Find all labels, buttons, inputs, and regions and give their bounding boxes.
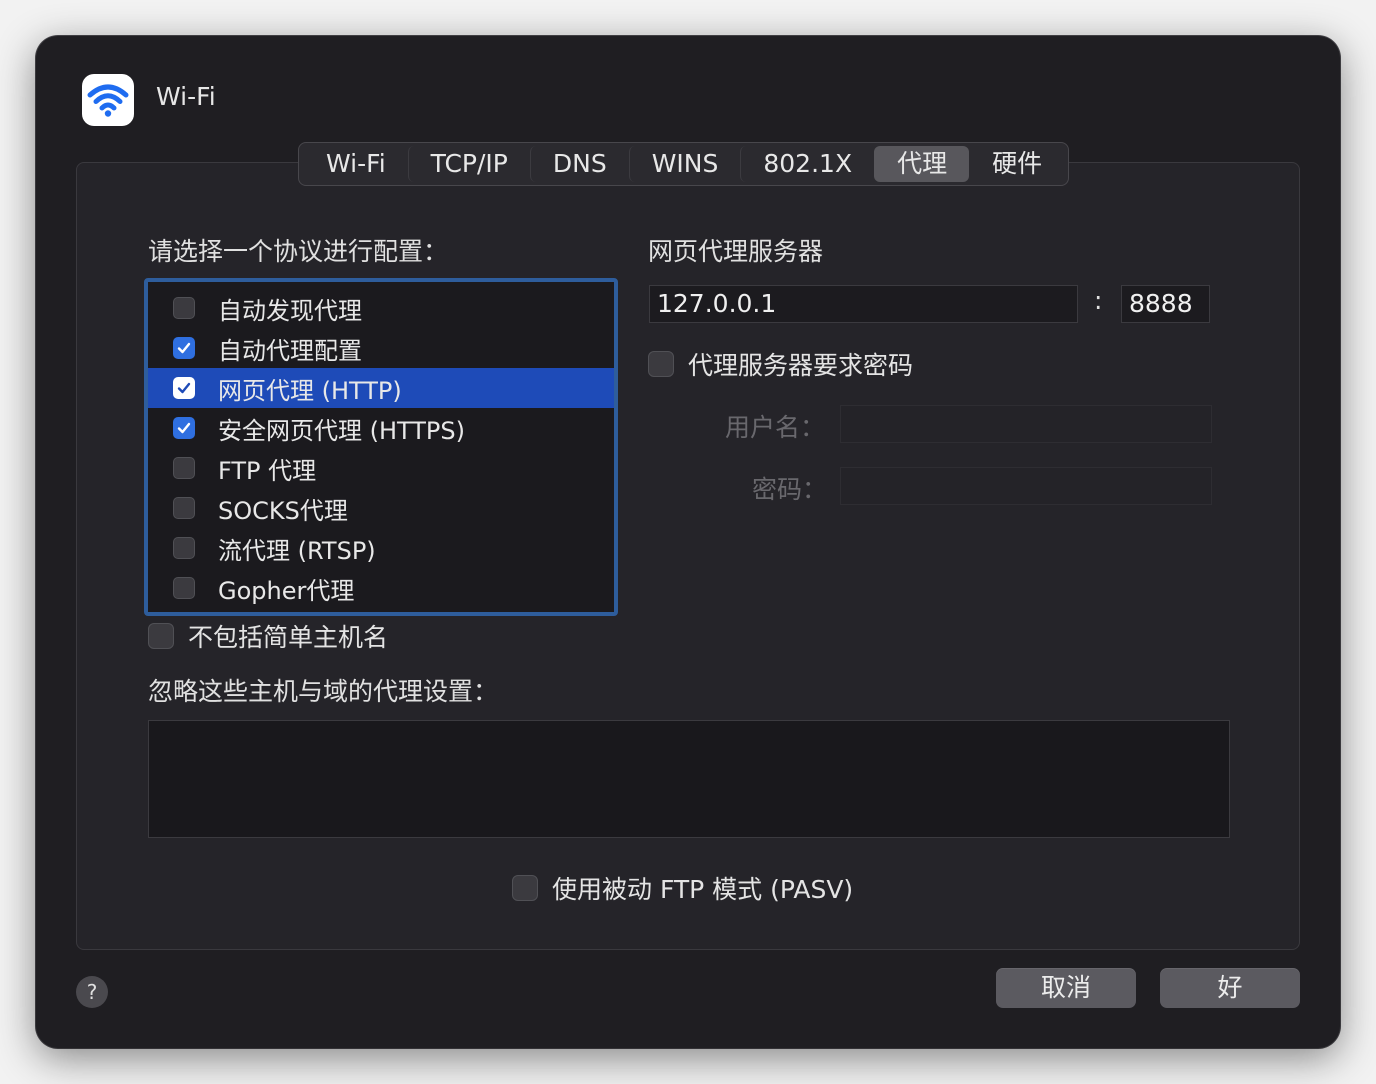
exclude-simple-hostnames[interactable]: 不包括简单主机名	[148, 618, 388, 654]
checkmark-icon	[177, 342, 191, 354]
require-password[interactable]: 代理服务器要求密码	[648, 346, 913, 382]
protocol-row[interactable]: FTP 代理	[148, 448, 614, 488]
tab-8021x[interactable]: 802.1X	[740, 146, 874, 182]
username-label: 用户名：	[725, 413, 826, 442]
protocol-label: 流代理 (RTSP)	[218, 536, 376, 565]
protocol-row[interactable]: 自动代理配置	[148, 328, 614, 368]
protocol-label: FTP 代理	[218, 456, 317, 485]
host-port-separator: :	[1094, 286, 1103, 315]
cancel-button[interactable]: 取消	[996, 968, 1136, 1008]
protocol-row[interactable]: 流代理 (RTSP)	[148, 528, 614, 568]
protocol-label: Gopher代理	[218, 576, 355, 605]
protocol-checkbox[interactable]	[173, 497, 195, 519]
protocol-checkbox[interactable]	[173, 377, 195, 399]
require-password-checkbox[interactable]	[648, 351, 674, 377]
password-label: 密码：	[752, 475, 828, 504]
tab-bar: Wi-Fi TCP/IP DNS WINS 802.1X 代理 硬件	[298, 142, 1070, 186]
protocol-list[interactable]: 自动发现代理 自动代理配置网页代理 (HTTP) 安全网页代理 (HTTPS) FTP…	[144, 278, 618, 616]
protocol-label: 自动发现代理	[218, 296, 362, 325]
protocol-checkbox[interactable]	[173, 337, 195, 359]
exclude-simple-hostnames-checkbox[interactable]	[148, 623, 174, 649]
tab-dns[interactable]: DNS	[529, 146, 629, 182]
protocol-row[interactable]: Gopher代理	[148, 568, 614, 608]
checkmark-icon	[177, 422, 191, 434]
network-proxy-dialog: Wi-Fi Wi-Fi TCP/IP DNS WINS 802.1X 代理 硬件…	[36, 36, 1340, 1048]
help-button[interactable]: ?	[76, 976, 108, 1008]
server-heading: 网页代理服务器	[648, 237, 824, 266]
password-input[interactable]	[840, 467, 1212, 505]
tab-tcpip[interactable]: TCP/IP	[407, 146, 530, 182]
protocol-label: 网页代理 (HTTP)	[218, 376, 402, 405]
wifi-icon	[82, 74, 134, 126]
require-password-label: 代理服务器要求密码	[688, 351, 914, 380]
bypass-label: 忽略这些主机与域的代理设置：	[148, 677, 499, 706]
tab-wins[interactable]: WINS	[628, 146, 741, 182]
proxy-port-input[interactable]: 8888	[1121, 285, 1210, 323]
protocol-label: 安全网页代理 (HTTPS)	[218, 416, 466, 445]
protocol-row[interactable]: 安全网页代理 (HTTPS)	[148, 408, 614, 448]
protocol-label: 自动代理配置	[218, 336, 362, 365]
protocol-checkbox[interactable]	[173, 417, 195, 439]
protocol-checkbox[interactable]	[173, 537, 195, 559]
protocol-checkbox[interactable]	[173, 457, 195, 479]
protocol-label: SOCKS代理	[218, 496, 348, 525]
bypass-hosts-textarea[interactable]	[148, 720, 1230, 838]
pasv-mode-label: 使用被动 FTP 模式 (PASV)	[552, 875, 854, 904]
protocol-checkbox[interactable]	[173, 577, 195, 599]
protocol-row[interactable]: 网页代理 (HTTP)	[148, 368, 614, 408]
tab-proxy[interactable]: 代理	[874, 146, 970, 182]
exclude-simple-hostnames-label: 不包括简单主机名	[188, 623, 389, 652]
protocol-row[interactable]: SOCKS代理	[148, 488, 614, 528]
protocol-checkbox[interactable]	[173, 297, 195, 319]
username-input[interactable]	[840, 405, 1212, 443]
proxy-host-input[interactable]: 127.0.0.1	[649, 285, 1078, 323]
protocol-row[interactable]: 自动发现代理	[148, 288, 614, 328]
tab-wifi[interactable]: Wi-Fi	[303, 146, 408, 182]
tab-hardware[interactable]: 硬件	[969, 146, 1064, 182]
pasv-mode[interactable]: 使用被动 FTP 模式 (PASV)	[512, 870, 853, 906]
checkmark-icon	[177, 382, 191, 394]
pasv-mode-checkbox[interactable]	[512, 875, 538, 901]
protocol-list-heading: 请选择一个协议进行配置：	[148, 237, 449, 266]
window-title: Wi-Fi	[156, 82, 216, 111]
ok-button[interactable]: 好	[1160, 968, 1300, 1008]
